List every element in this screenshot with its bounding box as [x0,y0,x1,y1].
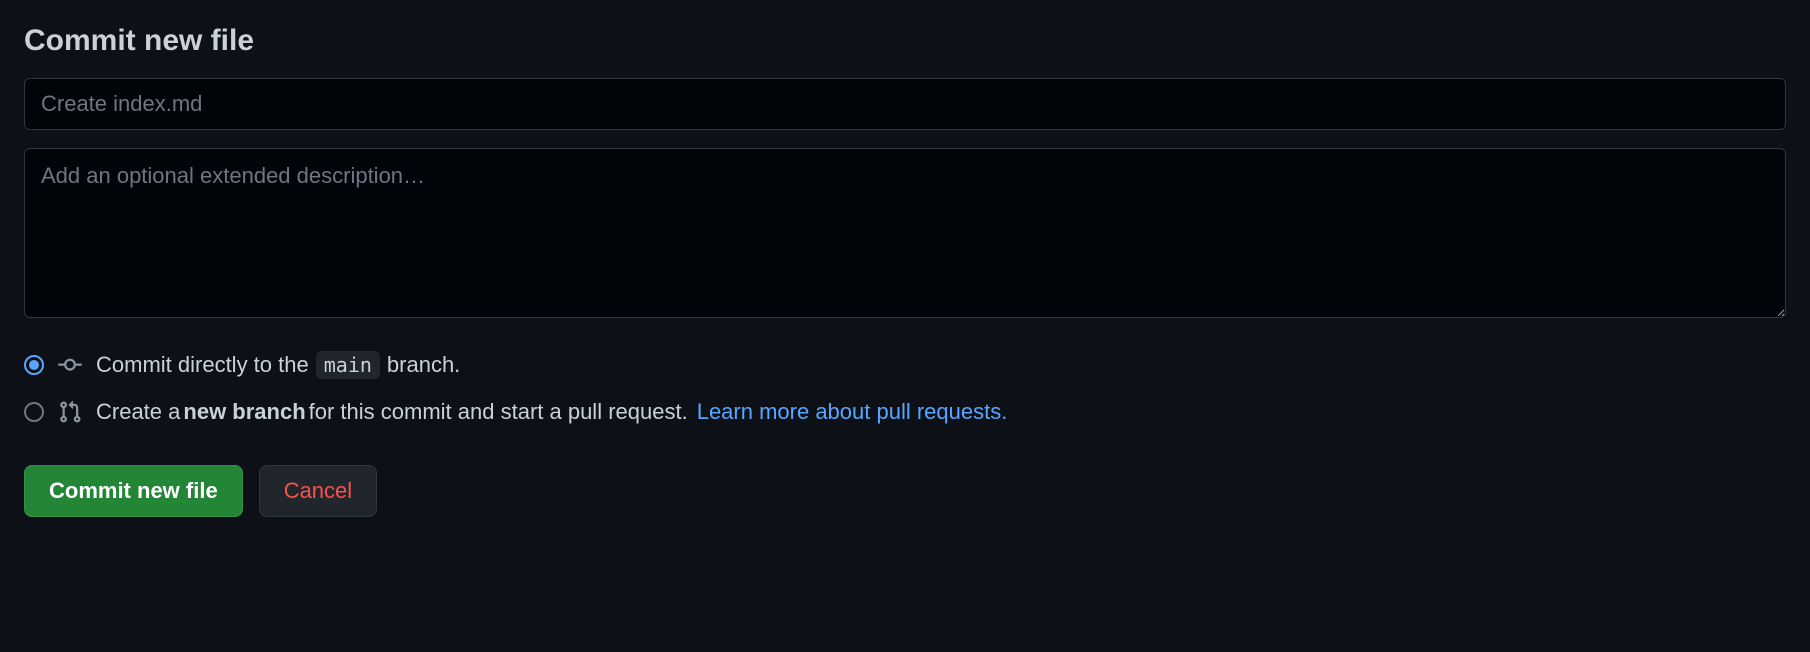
radio-unselected-icon[interactable] [24,402,44,422]
newbranch-text-after: for this commit and start a pull request… [309,399,688,425]
commit-button[interactable]: Commit new file [24,465,243,517]
cancel-button[interactable]: Cancel [259,465,377,517]
create-branch-option[interactable]: Create a new branch for this commit and … [24,399,1786,425]
commit-description-textarea[interactable] [24,148,1786,318]
git-pull-request-icon [58,400,82,424]
branch-name-pill: main [316,351,380,379]
direct-text-after: branch. [387,352,460,378]
create-branch-label: Create a new branch for this commit and … [96,399,1007,425]
commit-summary-input[interactable] [24,78,1786,130]
newbranch-text-before: Create a [96,399,180,425]
branch-target-group: Commit directly to the main branch. Crea… [24,351,1786,425]
commit-direct-label: Commit directly to the main branch. [96,351,460,379]
learn-more-link[interactable]: Learn more about pull requests. [697,399,1008,425]
newbranch-bold: new branch [183,399,305,425]
commit-direct-option[interactable]: Commit directly to the main branch. [24,351,1786,379]
git-commit-icon [58,353,82,377]
direct-text-before: Commit directly to the [96,352,309,378]
radio-selected-icon[interactable] [24,355,44,375]
commit-heading: Commit new file [24,24,1786,58]
action-buttons: Commit new file Cancel [24,465,1786,517]
